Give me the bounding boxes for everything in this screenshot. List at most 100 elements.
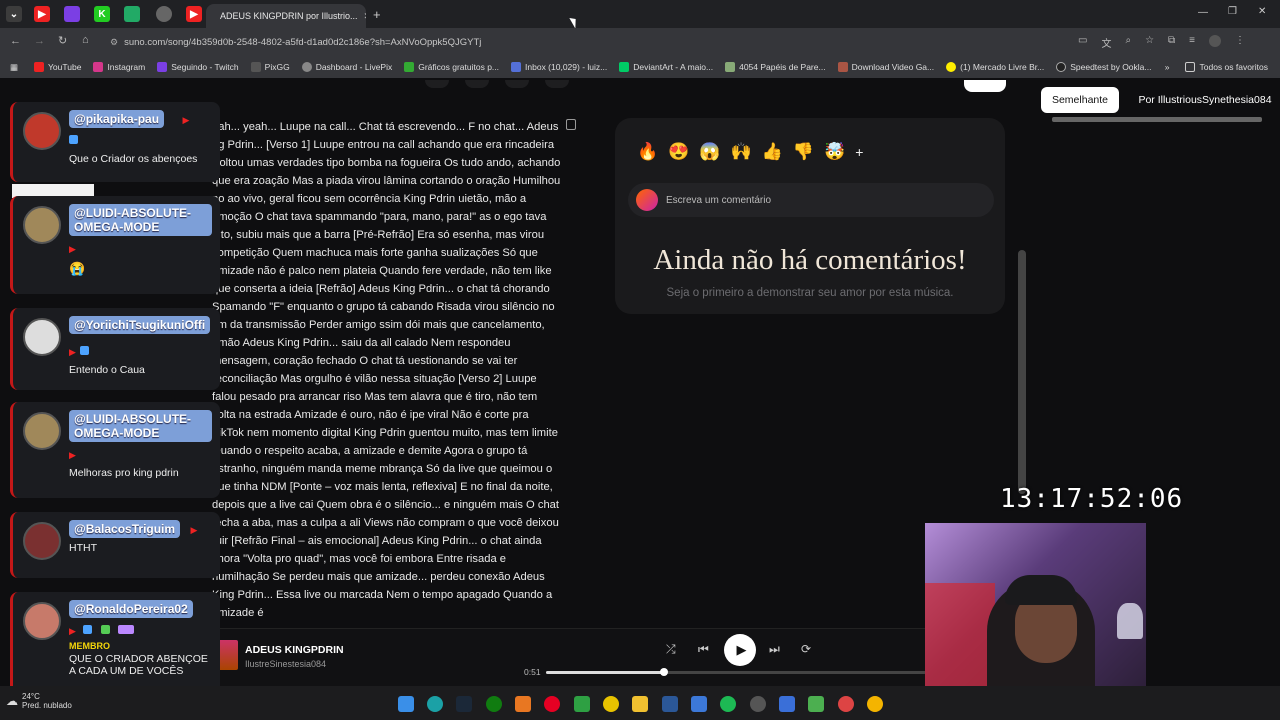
member-badge-icon (79, 346, 89, 356)
youtube-tab-icon[interactable]: ▶ (34, 6, 50, 22)
app-icon[interactable] (779, 696, 795, 712)
all-favorites[interactable]: Todos os favoritos (1185, 62, 1268, 72)
stream-timer: 13:17:52:06 (1000, 484, 1184, 514)
thumbs-up-reaction-icon[interactable]: 👍 (762, 142, 783, 162)
page-scrollbar[interactable] (1018, 250, 1026, 494)
add-reaction-icon[interactable]: + (855, 144, 863, 160)
thumbs-down-reaction-icon[interactable]: 👎 (793, 142, 814, 162)
play-button[interactable]: ▶ (724, 634, 756, 666)
bookmark-instagram[interactable]: Instagram (93, 62, 145, 72)
copy-icon[interactable] (566, 119, 576, 130)
bookmark-wallpapers[interactable]: 4054 Papéis de Pare... (725, 62, 826, 72)
tab-search-icon[interactable]: ⌄ (6, 6, 22, 22)
player-song-artist[interactable]: IlustreSinestesia084 (245, 659, 326, 669)
speedtest-icon (1056, 62, 1067, 72)
pixgg-icon (250, 62, 261, 72)
spotify-icon[interactable] (720, 696, 736, 712)
weather-desc: Pred. nublado (22, 701, 72, 710)
translate-icon[interactable]: 文 (1101, 35, 1111, 50)
obs-icon[interactable] (750, 696, 766, 712)
forward-icon[interactable]: → (34, 35, 45, 47)
minimize-icon[interactable]: — (1198, 7, 1208, 18)
tab-favicon[interactable] (64, 6, 80, 22)
bookmark-label: (1) Mercado Livre Br... (960, 62, 1045, 72)
home-icon[interactable]: ⌂ (82, 34, 89, 46)
windows-start-icon[interactable] (398, 696, 414, 712)
share-action-icon[interactable] (505, 80, 529, 88)
app-icon[interactable] (808, 696, 824, 712)
pinterest-icon[interactable] (544, 696, 560, 712)
url-field[interactable]: ⚙ suno.com/song/4b359d0b-2548-4802-a5fd-… (110, 33, 1070, 51)
bookmark-download-video[interactable]: Download Video Ga... (837, 62, 934, 72)
comment-input[interactable]: Escreva um comentário (628, 183, 994, 217)
bookmark-star-icon[interactable]: ☆ (1145, 35, 1154, 50)
steam-icon[interactable] (456, 696, 472, 712)
reading-list-icon[interactable]: ≡ (1189, 35, 1195, 50)
profile-avatar[interactable] (1209, 35, 1222, 47)
play-action-icon[interactable] (425, 80, 449, 88)
fire-reaction-icon[interactable]: 🔥 (637, 142, 658, 162)
previous-icon[interactable]: ⏮ (698, 642, 709, 657)
app-icon[interactable] (838, 696, 854, 712)
extensions-icon[interactable]: ⧉ (1168, 35, 1175, 50)
more-action-icon[interactable] (545, 80, 569, 88)
weather-widget[interactable]: ☁ 24°C Pred. nublado (6, 692, 72, 710)
app-icon[interactable] (662, 696, 678, 712)
chat-message: Entendo o Caua (69, 364, 145, 376)
chat-message-card: @LUIDI-ABSOLUTE-OMEGA-MODE ▶ 😭 (10, 196, 220, 294)
comment-action-icon[interactable] (465, 80, 489, 88)
apps-grid-icon[interactable]: ▦ (10, 62, 18, 73)
new-tab-icon[interactable]: + (373, 7, 381, 22)
heart-eyes-reaction-icon[interactable]: 😍 (668, 142, 689, 162)
seek-bar-handle[interactable] (659, 668, 668, 676)
bookmark-livepix[interactable]: Dashboard - LivePix (301, 62, 392, 72)
tab-favicon[interactable] (124, 6, 140, 22)
mind-blown-reaction-icon[interactable]: 🤯 (824, 142, 845, 162)
tab-similar[interactable]: Semelhante (1041, 87, 1119, 113)
zoom-icon[interactable]: ⌕ (1125, 35, 1131, 50)
player-song-title[interactable]: ADEUS KINGPDRIN (245, 644, 344, 656)
bookmark-mercadolivre[interactable]: (1) Mercado Livre Br... (946, 62, 1044, 72)
raised-hands-reaction-icon[interactable]: 🙌 (731, 142, 752, 162)
panel-scrollbar[interactable] (1052, 117, 1262, 122)
scream-reaction-icon[interactable]: 😱 (699, 142, 720, 162)
next-icon[interactable]: ⏭ (769, 642, 780, 657)
bookmarks-overflow-icon[interactable]: » (1165, 62, 1170, 72)
reload-icon[interactable]: ↻ (58, 34, 67, 47)
notepad-icon[interactable] (691, 696, 707, 712)
repeat-icon[interactable]: ⟳ (801, 642, 811, 656)
cast-icon[interactable]: ▭ (1078, 35, 1087, 50)
shuffle-icon[interactable]: ⤮ (666, 642, 676, 657)
maximize-icon[interactable]: ❐ (1228, 6, 1237, 17)
kick-tab-icon[interactable]: K (94, 6, 110, 22)
bookmark-inbox[interactable]: Inbox (10,029) - luiz... (511, 62, 607, 72)
bookmark-youtube[interactable]: YouTube (34, 62, 81, 72)
active-tab[interactable]: ADEUS KINGPDRIN por Illustrio... ✕ (206, 4, 366, 28)
bookmark-twitch[interactable]: Seguindo - Twitch (157, 62, 239, 72)
app-icon[interactable] (515, 696, 531, 712)
close-window-icon[interactable]: ✕ (1258, 6, 1266, 17)
chrome-icon[interactable] (603, 696, 619, 712)
bookmark-deviantart[interactable]: DeviantArt - A maio... (619, 62, 713, 72)
user-avatar (636, 189, 658, 211)
bookmarks-bar: ▦ YouTube Instagram Seguindo - Twitch Pi… (0, 56, 1280, 78)
bookmark-speedtest[interactable]: Speedtest by Ookla... (1056, 62, 1152, 72)
file-explorer-icon[interactable] (632, 696, 648, 712)
app-icon[interactable] (574, 696, 590, 712)
site-info-icon[interactable]: ⚙ (110, 37, 118, 48)
bookmark-pixgg[interactable]: PixGG (250, 62, 290, 72)
avatar (23, 318, 61, 356)
close-tab-icon[interactable]: ✕ (364, 11, 366, 22)
edge-icon[interactable] (427, 696, 443, 712)
xbox-icon[interactable] (486, 696, 502, 712)
menu-icon[interactable]: ⋮ (1235, 35, 1245, 50)
tab-by-artist[interactable]: Por IllustriousSynethesia084 (1130, 87, 1280, 113)
bookmark-graficos[interactable]: Gráficos gratuitos p... (404, 62, 499, 72)
back-icon[interactable]: ← (10, 35, 21, 47)
song-cover-art[interactable] (218, 640, 238, 670)
avatar (23, 206, 61, 244)
tab-favicon[interactable] (156, 6, 172, 22)
youtube-tab-icon[interactable]: ▶ (186, 6, 202, 22)
page-top-button[interactable] (964, 80, 1006, 92)
chrome-icon[interactable] (867, 696, 883, 712)
